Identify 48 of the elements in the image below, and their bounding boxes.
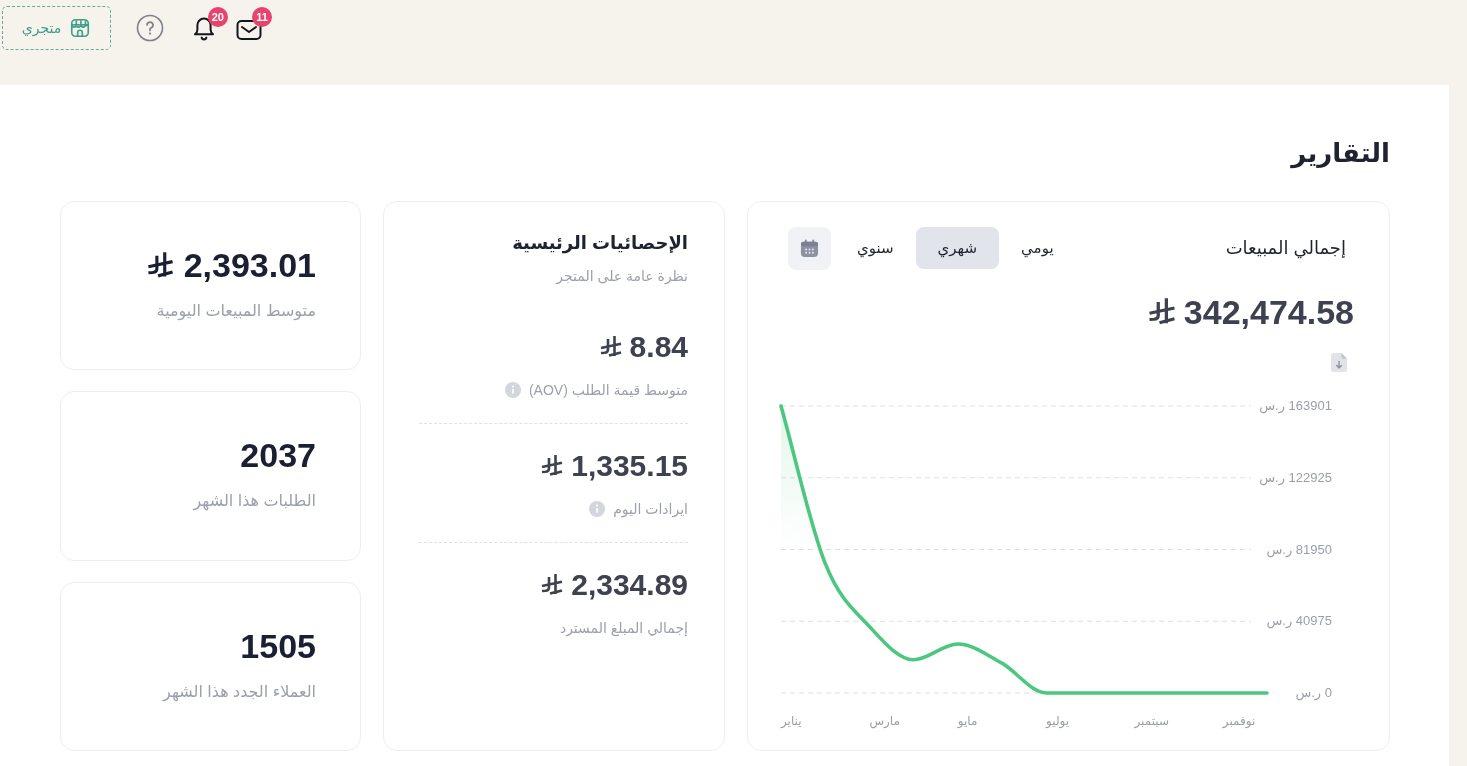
storefront-icon xyxy=(69,17,92,39)
stat-value: 2,334.89 xyxy=(571,567,688,603)
calendar-icon xyxy=(800,238,819,258)
y-axis-label: 81950 ر.س xyxy=(1266,540,1332,559)
card-title: إجمالي المبيعات xyxy=(1225,237,1346,259)
file-download-icon[interactable] xyxy=(1330,352,1349,373)
currency-icon xyxy=(1147,297,1176,327)
card-title: الإحصائيات الرئيسية xyxy=(511,232,688,256)
summary-label: الطلبات هذا الشهر xyxy=(193,491,316,513)
total-sales-value: 342,474.58 xyxy=(1183,292,1354,333)
stat-value: 8.84 xyxy=(629,329,688,365)
period-tab[interactable]: يومي xyxy=(999,227,1076,269)
help-icon xyxy=(136,14,164,42)
notification-badge: 20 xyxy=(207,7,228,27)
y-axis-label: 0 ر.س xyxy=(1295,684,1332,702)
card-subtitle: نظرة عامة على المتجر xyxy=(554,267,688,286)
summary-value: 2,393.01 xyxy=(183,245,316,286)
period-tab[interactable]: سنوي xyxy=(835,227,916,269)
period-tab[interactable]: شهري xyxy=(915,227,1000,269)
help-button[interactable] xyxy=(136,14,164,42)
summary-value: 1505 xyxy=(240,625,316,667)
page-title: التقارير xyxy=(1289,137,1390,169)
summary-value: 2037 xyxy=(240,435,316,477)
currency-icon xyxy=(599,335,622,359)
info-icon[interactable] xyxy=(589,501,606,517)
x-axis-label: مارس xyxy=(869,713,900,730)
x-axis-label: مايو xyxy=(957,713,978,730)
currency-icon xyxy=(146,250,174,280)
messages-button[interactable]: 11 xyxy=(235,7,273,41)
currency-icon xyxy=(541,573,564,597)
notifications-button[interactable]: 20 xyxy=(191,7,228,41)
summary-label: متوسط المبيعات اليومية xyxy=(156,301,316,323)
stat-label: ايرادات اليوم xyxy=(613,500,688,520)
y-axis-label: 122925 ر.س xyxy=(1259,468,1332,487)
y-axis-label: 40975 ر.س xyxy=(1266,612,1332,631)
stat-label: متوسط قيمة الطلب (AOV) xyxy=(528,381,688,401)
x-axis-label: يوليو xyxy=(1046,713,1070,730)
stat-label: إجمالي المبلغ المسترد xyxy=(559,619,688,639)
message-badge: 11 xyxy=(252,7,272,27)
x-axis-label: يناير xyxy=(781,713,802,730)
calendar-button[interactable] xyxy=(788,226,831,270)
stat-value: 1,335.15 xyxy=(571,448,688,484)
summary-label: العملاء الجدد هذا الشهر xyxy=(163,681,316,704)
info-icon[interactable] xyxy=(504,382,521,398)
x-axis-label: نوفمبر xyxy=(1222,713,1256,730)
y-axis-label: 163901 ر.س xyxy=(1259,397,1332,415)
x-axis-label: سبتمبر xyxy=(1134,713,1169,730)
currency-icon xyxy=(541,454,564,478)
